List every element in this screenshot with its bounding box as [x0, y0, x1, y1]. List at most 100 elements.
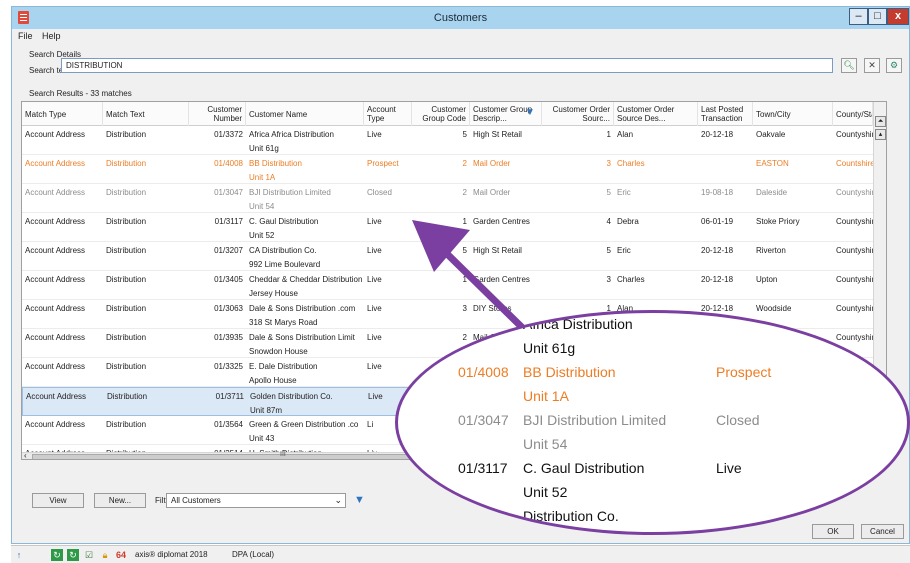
- cell-address-line: 992 Lime Boulevard: [249, 260, 321, 269]
- cell-match-type: Account Address: [25, 159, 86, 168]
- maximize-button[interactable]: □: [868, 8, 887, 25]
- table-row[interactable]: Account Address Distribution 01/4008 BB Dis…: [22, 155, 875, 184]
- cell-order-source: 1: [606, 130, 611, 139]
- ok-button[interactable]: OK: [812, 524, 854, 539]
- grid-header: Match Type Match Text Customer Number Cu…: [22, 102, 886, 126]
- cell-name: Green & Green Distribution .co: [249, 420, 359, 429]
- cell-account-type: Li: [367, 420, 374, 429]
- cell-match-text: Distribution: [107, 392, 148, 401]
- cell-address-line: Snowdon House: [249, 347, 308, 356]
- cell-last-posted: 20-12-18: [701, 130, 734, 139]
- cell-match-type: Account Address: [25, 217, 86, 226]
- cell-group-code: 5: [462, 246, 467, 255]
- cell-group-desc: Garden Centres: [473, 275, 530, 284]
- clear-icon[interactable]: ✕: [864, 58, 880, 73]
- search-icon[interactable]: 🔍︎: [841, 58, 857, 73]
- table-row[interactable]: Account Address Distribution 01/3207 CA Dis…: [22, 242, 879, 271]
- filter-value: All Customers: [171, 496, 221, 505]
- scroll-up-icon[interactable]: ▴: [875, 129, 886, 140]
- cell-order-source: 5: [606, 246, 611, 255]
- col-order-source-desc[interactable]: Customer Order Source Des...: [614, 102, 698, 126]
- refresh-icon[interactable]: ↻: [51, 549, 63, 561]
- cell-name: Dale & Sons Distribution .com: [249, 304, 356, 313]
- cell-order-source-desc: Charles: [617, 275, 645, 284]
- cell-town: Stoke Priory: [756, 217, 800, 226]
- cell-name: Africa Africa Distribution: [249, 130, 334, 139]
- scroll-left-icon[interactable]: ‹: [24, 451, 27, 459]
- cell-number: 01/3207: [214, 246, 243, 255]
- filter-icon[interactable]: ▼: [354, 494, 365, 506]
- cell-number: 01/3372: [214, 130, 243, 139]
- cell-town: Riverton: [756, 246, 786, 255]
- cell-address-line: Jersey House: [249, 289, 298, 298]
- cell-group-desc: Mail Order: [473, 159, 511, 168]
- cell-number: 01/3405: [214, 275, 243, 284]
- menu-help[interactable]: Help: [42, 31, 61, 41]
- table-row[interactable]: Account Address Distribution 01/3117 C. Gau…: [22, 213, 879, 242]
- cell-county: Countshire: [836, 159, 875, 168]
- col-order-source[interactable]: Customer Order Sourc...: [542, 102, 614, 126]
- cell-match-type: Account Address: [25, 333, 86, 342]
- cell-address-line: Unit 87m: [250, 406, 283, 415]
- cell-group-code: 1: [462, 275, 467, 284]
- col-match-text[interactable]: Match Text: [103, 102, 189, 126]
- col-customer-name[interactable]: Customer Name: [246, 102, 364, 126]
- cell-account-type: Live: [368, 392, 383, 401]
- filter-select[interactable]: All Customers ⌄: [166, 493, 346, 508]
- cell-group-code: 2: [462, 333, 467, 342]
- cell-last-posted: 20-12-18: [701, 246, 734, 255]
- close-button[interactable]: x: [887, 8, 909, 25]
- table-row[interactable]: Account Address Distribution 01/3047 BJI Di…: [22, 184, 879, 213]
- checklist-icon[interactable]: ☑: [83, 549, 95, 561]
- search-input[interactable]: [61, 58, 833, 73]
- col-town[interactable]: Town/City: [753, 102, 833, 126]
- cell-group-desc: DIY Stores: [473, 304, 512, 313]
- status-arrow-icon[interactable]: ↑: [13, 549, 25, 561]
- col-county[interactable]: County/State: [833, 102, 873, 126]
- cancel-button[interactable]: Cancel: [861, 524, 904, 539]
- cell-match-text: Distribution: [106, 130, 147, 139]
- table-row[interactable]: Account Address Distribution 01/3372 Africa…: [22, 126, 879, 155]
- menu-file[interactable]: File: [18, 31, 33, 41]
- badge-64-icon: 64: [115, 550, 126, 560]
- cell-order-source-desc: Eric: [617, 246, 631, 255]
- cell-number: 01/4008: [214, 159, 243, 168]
- title-bar[interactable]: Customers – □ x: [12, 7, 909, 29]
- col-account-type[interactable]: Account Type: [364, 102, 412, 126]
- view-button[interactable]: View: [32, 493, 84, 508]
- cell-match-text: Distribution: [106, 188, 147, 197]
- sync-icon[interactable]: ↻: [67, 549, 79, 561]
- col-group-code[interactable]: Customer Group Code: [412, 102, 470, 126]
- col-customer-number[interactable]: Customer Number: [189, 102, 246, 126]
- cell-number: 01/3325: [214, 362, 243, 371]
- cell-group-desc: High St Retail: [473, 130, 522, 139]
- cell-account-type: Live: [367, 362, 382, 371]
- settings-icon[interactable]: ⚙: [886, 58, 902, 73]
- cell-name: Cheddar & Cheddar Distribution: [249, 275, 363, 284]
- magnified-name: Unit 1A: [523, 388, 569, 404]
- status-bar: ↑ ↻ ↻ ☑ 🔒︎ 64 axis® diplomat 2018 DPA (L…: [11, 545, 910, 563]
- col-match-type[interactable]: Match Type: [22, 102, 103, 126]
- cell-match-type: Account Address: [25, 275, 86, 284]
- cell-group-code: 5: [462, 130, 467, 139]
- cell-address-line: Unit 52: [249, 231, 275, 240]
- magnified-name: Distribution Co.: [523, 508, 619, 524]
- cell-group-desc: Mail Order: [473, 188, 511, 197]
- table-row[interactable]: Account Address Distribution 01/3405 Chedda…: [22, 271, 879, 300]
- cell-order-source-desc: Charles: [617, 159, 645, 168]
- minimize-button[interactable]: –: [849, 8, 868, 25]
- new-button[interactable]: New...: [94, 493, 146, 508]
- scroll-top-icon[interactable]: ⏶: [875, 116, 886, 127]
- cell-match-type: Account Address: [25, 246, 86, 255]
- magnified-name: BB Distribution: [523, 364, 616, 380]
- col-last-posted[interactable]: Last Posted Transaction: [698, 102, 753, 126]
- chevron-down-icon: ⌄: [334, 495, 342, 505]
- magnified-number: 01/3047: [458, 412, 509, 428]
- cell-address-line: Unit 1A: [249, 173, 276, 182]
- sort-filter-icon[interactable]: ▼: [525, 107, 535, 118]
- lock-icon[interactable]: 🔒︎: [99, 549, 111, 561]
- magnifier-callout: Africa Distribution Unit 61g 01/4008 BB Dis…: [395, 310, 910, 535]
- cell-last-posted: 06-01-19: [701, 217, 734, 226]
- magnified-name: Africa Distribution: [523, 316, 633, 332]
- cell-match-text: Distribution: [106, 275, 147, 284]
